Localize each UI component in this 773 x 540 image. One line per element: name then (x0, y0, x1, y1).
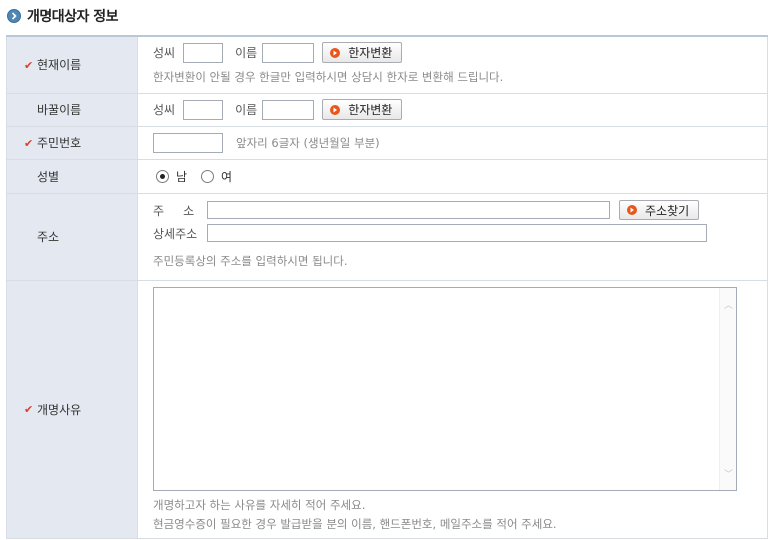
detail-address-input[interactable] (207, 224, 707, 242)
surname-label: 성씨 (153, 46, 176, 61)
play-icon (330, 47, 341, 58)
required-check-icon: ✔ (24, 403, 34, 416)
gender-label: 성별 (37, 169, 60, 184)
textarea-scrollbar[interactable]: ︿ ﹀ (719, 287, 736, 490)
section-title: 개명대상자 정보 (27, 9, 119, 25)
new-surname-input[interactable] (183, 99, 224, 120)
label-cell: ✔ 현재이름 (6, 36, 138, 94)
row-current-name: ✔ 현재이름 성씨 이름 한자변환 한자변환이 안될 경우 한글만 입력하시면 … (6, 36, 768, 94)
reason-textarea[interactable]: ︿ ﹀ (153, 286, 737, 491)
current-name-label: 현재이름 (37, 58, 82, 73)
address-input[interactable] (207, 201, 610, 219)
surname-label: 성씨 (153, 103, 176, 117)
new-name-label: 바꿀이름 (37, 103, 82, 117)
chevron-right-circle-icon (7, 9, 21, 23)
address-field-label: 주 소 (153, 203, 195, 218)
applicant-info-form: ✔ 현재이름 성씨 이름 한자변환 한자변환이 안될 경우 한글만 입력하시면 … (6, 35, 768, 539)
reason-help-2: 현금영수증이 필요한 경우 발급받을 분의 이름, 핸드폰번호, 메일주소를 적… (153, 516, 557, 531)
play-icon (330, 104, 341, 115)
name-label: 이름 (235, 103, 258, 117)
current-name-input[interactable] (262, 42, 315, 63)
required-check-icon: ✔ (24, 58, 34, 72)
reason-label: 개명사유 (37, 402, 82, 417)
current-surname-input[interactable] (183, 42, 224, 63)
resident-number-help: 앞자리 6글자 (생년월일 부분) (236, 135, 380, 150)
scroll-down-icon[interactable]: ﹀ (724, 467, 733, 480)
section-header: 개명대상자 정보 (7, 6, 119, 26)
address-help: 주민등록상의 주소를 입력하시면 됩니다. (153, 254, 348, 268)
resident-number-label: 주민번호 (37, 136, 82, 150)
gender-male-label: 남 (176, 169, 188, 184)
row-gender: 성별 남 여 (6, 159, 768, 194)
gender-female-label: 여 (221, 169, 233, 184)
required-check-icon: ✔ (24, 136, 34, 150)
gender-female-radio[interactable] (201, 169, 215, 183)
new-name-input[interactable] (262, 99, 315, 120)
row-resident-number: ✔ 주민번호 앞자리 6글자 (생년월일 부분) (6, 126, 768, 160)
detail-address-label: 상세주소 (153, 226, 198, 241)
resident-number-input[interactable] (153, 132, 223, 153)
row-new-name: 바꿀이름 성씨 이름 한자변환 (6, 93, 768, 127)
row-reason: ✔ 개명사유 ︿ ﹀ 개명하고자 하는 사유를 자세히 적어 주세요. 현금영수… (6, 280, 768, 539)
gender-male-radio[interactable] (156, 169, 169, 183)
play-icon (627, 205, 637, 215)
address-label: 주소 (37, 230, 60, 244)
current-name-help: 한자변환이 안될 경우 한글만 입력하시면 상담시 한자로 변환해 드립니다. (153, 70, 504, 85)
current-hanja-button[interactable]: 한자변환 (322, 42, 403, 64)
row-address: 주소 주 소 주소찾기 상세주소 주민등록상의 주소를 입력하시면 됩니다. (6, 193, 768, 281)
new-hanja-button[interactable]: 한자변환 (322, 99, 403, 120)
address-search-button[interactable]: 주소찾기 (619, 200, 700, 220)
scroll-up-icon[interactable]: ︿ (724, 298, 733, 311)
name-label: 이름 (235, 46, 258, 61)
reason-help-1: 개명하고자 하는 사유를 자세히 적어 주세요. (153, 497, 366, 512)
